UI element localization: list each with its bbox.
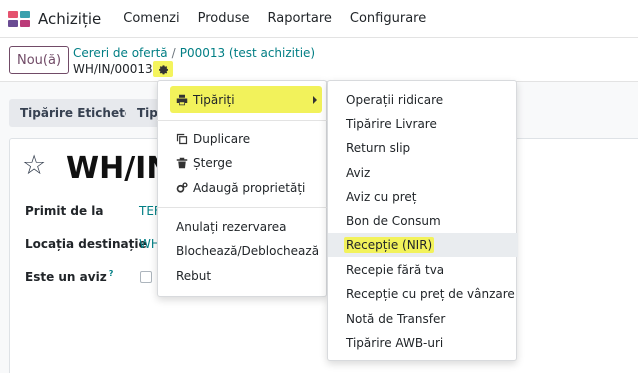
print-report-label: Recepție cu preț de vânzare: [346, 287, 515, 301]
print-report-label: Aviz: [346, 166, 371, 180]
caret-right-icon: [313, 96, 317, 104]
print-report-item[interactable]: Aviz: [328, 161, 518, 185]
menu-produse[interactable]: Produse: [198, 11, 250, 26]
gear-icon: [158, 64, 168, 74]
is-aviz-checkbox[interactable]: [140, 271, 152, 283]
print-submenu: Operații ridicare Tipărire Livrare Retur…: [327, 80, 518, 361]
field-label-destination: Locația destinație: [25, 237, 147, 251]
menu-item-add-properties-label: Adaugă proprietăți: [193, 181, 306, 195]
gear-button[interactable]: [153, 61, 173, 77]
print-report-item[interactable]: Return slip: [328, 136, 518, 160]
print-report-item[interactable]: Recepție cu preț de vânzare: [328, 282, 518, 306]
cogs-icon: [176, 182, 188, 193]
menu-item-delete-label: Șterge: [193, 156, 233, 170]
print-report-label: Bon de Consum: [346, 214, 441, 228]
print-report-label: Aviz cu preț: [346, 190, 417, 204]
app-name[interactable]: Achiziție: [38, 10, 101, 28]
menu-divider: [157, 207, 327, 208]
print-report-item-nir[interactable]: Recepție (NIR): [328, 233, 518, 257]
menu-comenzi[interactable]: Comenzi: [123, 11, 179, 26]
trash-icon: [176, 157, 188, 169]
print-report-label: Operații ridicare: [346, 93, 444, 107]
print-report-item[interactable]: Operații ridicare: [328, 88, 518, 112]
menu-item-duplicate-label: Duplicare: [193, 132, 251, 146]
print-report-label: Return slip: [346, 141, 411, 155]
menu-item-unreserve-label: Anulați rezervarea: [176, 220, 287, 234]
print-report-label: Tipărire Livrare: [346, 117, 437, 131]
field-label-is-aviz-text: Este un aviz: [25, 270, 107, 284]
breadcrumb: Cereri de ofertă / P00013 (test achizitie): [73, 46, 315, 60]
printer-icon: [176, 94, 188, 106]
record-title: WH/IN: [66, 151, 172, 186]
menu-item-lock-label: Blochează/Deblochează: [176, 244, 320, 258]
print-report-label: Tipărire AWB-uri: [346, 336, 444, 350]
menu-divider: [157, 120, 327, 121]
menu-item-print[interactable]: Tipăriți: [157, 89, 327, 111]
menu-item-add-properties[interactable]: Adaugă proprietăți: [157, 177, 327, 199]
print-report-item[interactable]: Tipărire AWB-uri: [328, 331, 518, 355]
print-report-item[interactable]: Notă de Transfer: [328, 307, 518, 331]
breadcrumb-rfq[interactable]: Cereri de ofertă: [73, 46, 168, 60]
menu-item-delete[interactable]: Șterge: [157, 152, 327, 174]
menu-item-lock[interactable]: Blochează/Deblochează: [157, 240, 327, 262]
print-report-item[interactable]: Recepie fără tva: [328, 258, 518, 282]
menu-configurare[interactable]: Configurare: [350, 11, 426, 26]
field-label-is-aviz: Este un aviz?: [25, 269, 113, 284]
print-report-label-highlighted: Recepție (NIR): [344, 237, 435, 253]
star-icon[interactable]: ☆: [22, 152, 46, 179]
breadcrumb-order[interactable]: P00013 (test achizitie): [180, 46, 315, 60]
print-report-item[interactable]: Tipărire Livrare: [328, 112, 518, 136]
breadcrumb-separator: /: [171, 46, 176, 60]
menu-item-unreserve[interactable]: Anulați rezervarea: [157, 216, 327, 238]
help-icon[interactable]: ?: [109, 269, 114, 278]
control-panel: Nou(ă) Cereri de ofertă / P00013 (test ach…: [0, 38, 638, 82]
print-report-label: Recepie fără tva: [346, 263, 445, 277]
menu-raportare[interactable]: Raportare: [268, 11, 332, 26]
top-navbar: Achiziție Comenzi Produse Raportare Conf…: [0, 0, 638, 38]
app-icon[interactable]: [8, 10, 30, 27]
menu-item-print-label: Tipăriți: [193, 93, 235, 107]
print-report-item[interactable]: Bon de Consum: [328, 209, 518, 233]
new-button[interactable]: Nou(ă): [9, 46, 69, 74]
record-name: WH/IN/00013: [73, 62, 153, 76]
menu-item-duplicate[interactable]: Duplicare: [157, 128, 327, 150]
menu-item-scrap[interactable]: Rebut: [157, 265, 327, 287]
menu-item-scrap-label: Rebut: [176, 269, 212, 283]
field-label-partner: Primit de la: [25, 204, 104, 218]
print-report-item[interactable]: Aviz cu preț: [328, 185, 518, 209]
copy-icon: [176, 133, 188, 145]
print-labels-button[interactable]: Tipărire Etichete: [9, 99, 144, 127]
print-report-label: Notă de Transfer: [346, 312, 446, 326]
